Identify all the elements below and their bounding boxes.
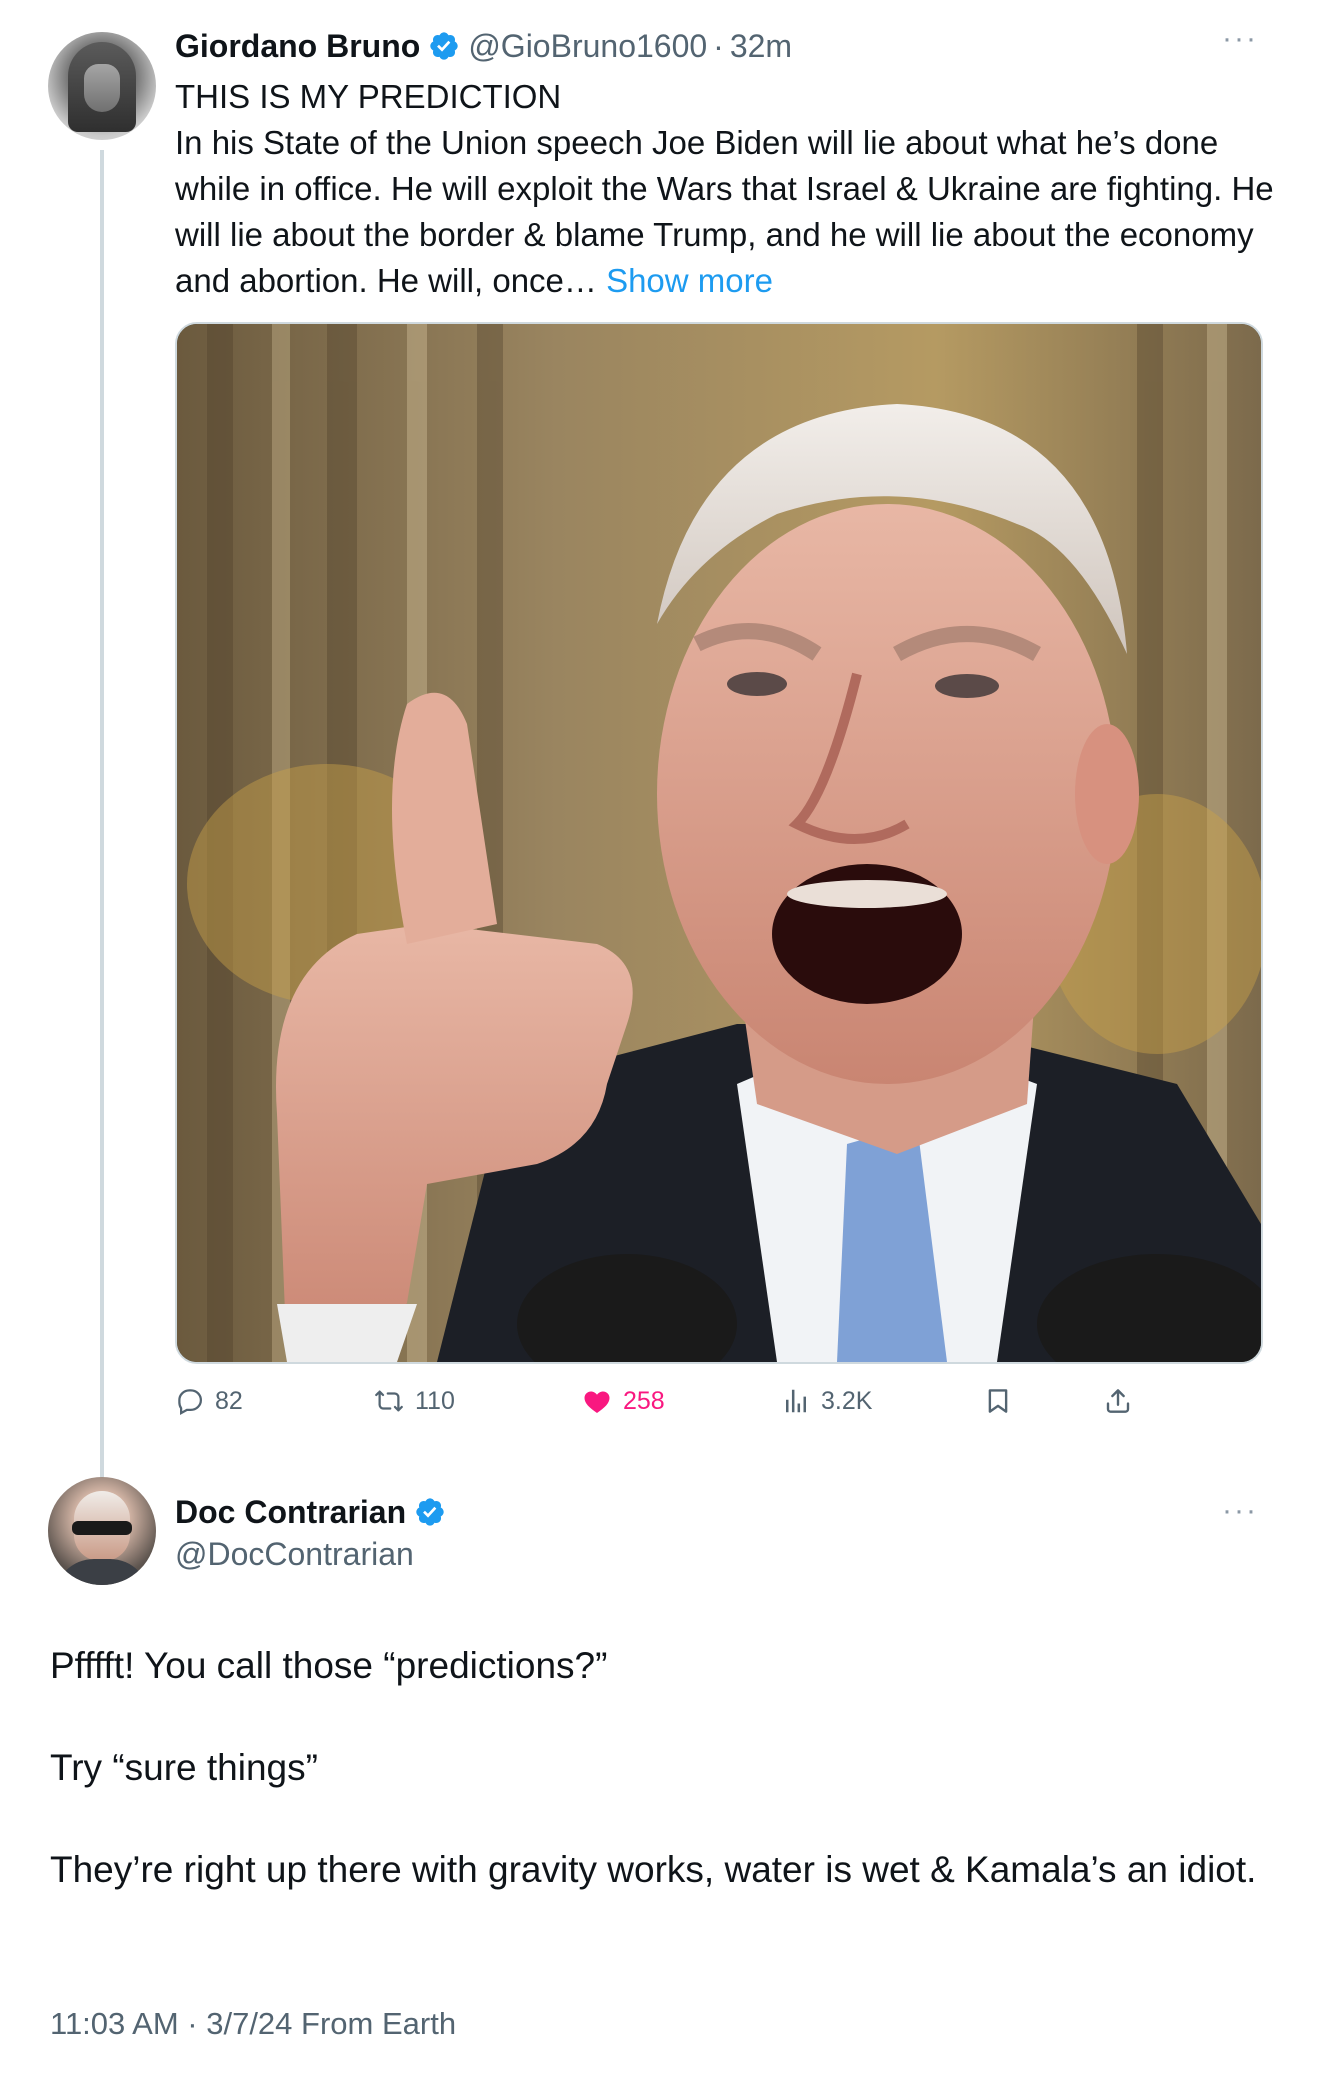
share-button[interactable] — [1103, 1376, 1143, 1426]
share-icon — [1106, 1389, 1130, 1413]
like-button[interactable]: 258 — [581, 1376, 665, 1426]
repost-button[interactable]: 110 — [373, 1376, 455, 1426]
tweet-text: THIS IS MY PREDICTION In his State of th… — [175, 74, 1275, 304]
reply-paragraph: Try “sure things” — [50, 1747, 318, 1788]
tweet-time[interactable]: 32m — [730, 28, 792, 65]
views-icon — [786, 1389, 806, 1413]
reply-text: Pfffft! You call those “predictions?” Tr… — [50, 1640, 1270, 1895]
repost-icon — [375, 1390, 403, 1412]
reply-button[interactable]: 82 — [175, 1376, 243, 1426]
tweet-action-bar: 82 110 258 3.2K — [175, 1376, 1265, 1426]
verified-badge-icon — [428, 30, 460, 62]
tweet-text-line1: THIS IS MY PREDICTION — [175, 78, 562, 115]
thread-connector-line — [100, 150, 104, 1478]
views-count: 3.2K — [821, 1386, 873, 1415]
bookmark-button[interactable] — [983, 1376, 1023, 1426]
reply-paragraph: They’re right up there with gravity work… — [50, 1849, 1257, 1890]
verified-badge-icon — [414, 1496, 446, 1528]
reply-paragraph: Pfffft! You call those “predictions?” — [50, 1645, 608, 1686]
like-count: 258 — [623, 1386, 665, 1415]
tweet-header: Giordano Bruno @GioBruno1600 · 32m — [175, 24, 792, 68]
tweet-media-photo[interactable] — [175, 322, 1263, 1364]
more-icon[interactable]: ··· — [1222, 1496, 1258, 1536]
repost-count: 110 — [415, 1386, 455, 1415]
bookmark-icon — [988, 1389, 1008, 1413]
like-icon — [584, 1391, 610, 1413]
reply-author-display-name[interactable]: Doc Contrarian — [175, 1494, 406, 1531]
author-display-name[interactable]: Giordano Bruno — [175, 28, 420, 65]
show-more-link[interactable]: Show more — [606, 262, 773, 299]
avatar-doc-contrarian[interactable] — [48, 1477, 156, 1585]
reply-count: 82 — [215, 1386, 243, 1415]
reply-icon — [178, 1389, 203, 1416]
avatar-giordano-bruno[interactable] — [48, 32, 156, 140]
tweet-text-paragraph: In his State of the Union speech Joe Bid… — [175, 120, 1275, 304]
reply-author-handle[interactable]: @DocContrarian — [175, 1532, 414, 1576]
reply-header: Doc Contrarian — [175, 1490, 454, 1534]
more-icon[interactable]: ··· — [1222, 24, 1258, 64]
views-button[interactable]: 3.2K — [781, 1376, 872, 1426]
reply-timestamp[interactable]: 11:03 AM · 3/7/24 From Earth — [50, 2002, 456, 2046]
photo-man-pointing — [177, 324, 1261, 1362]
separator-dot: · — [713, 27, 724, 64]
author-handle[interactable]: @GioBruno1600 — [468, 28, 707, 65]
